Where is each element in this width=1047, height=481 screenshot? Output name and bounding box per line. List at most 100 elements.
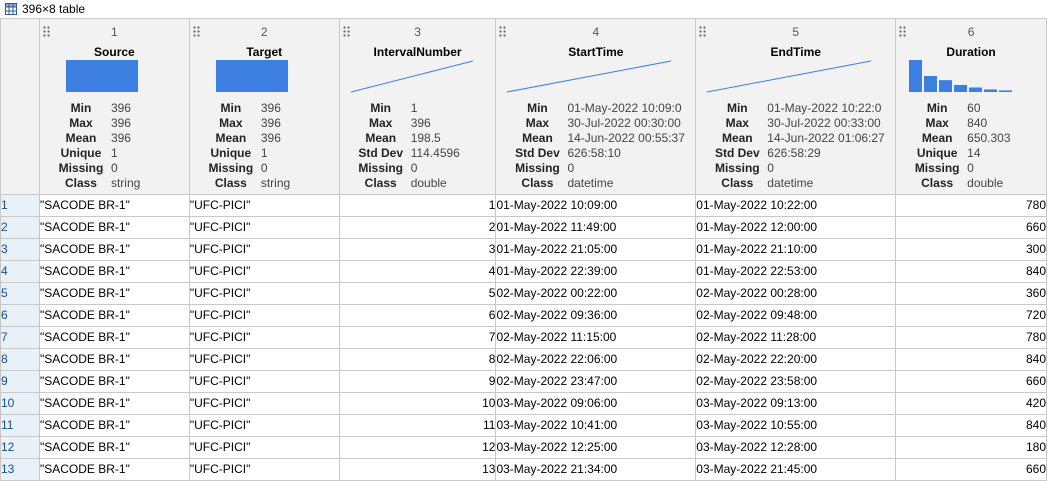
cell-starttime[interactable]: 02-May-2022 22:06:00 xyxy=(495,348,697,371)
cell-starttime[interactable]: 02-May-2022 09:36:00 xyxy=(495,304,697,327)
cell-duration[interactable]: 780 xyxy=(895,194,1047,217)
table-row[interactable]: 13 "SACODE BR-1" "UFC-PICI" 13 03-May-2022 2… xyxy=(0,458,1047,481)
cell-target[interactable]: "UFC-PICI" xyxy=(188,392,340,415)
row-number[interactable]: 5 xyxy=(0,282,40,305)
row-number[interactable]: 6 xyxy=(0,304,40,327)
cell-endtime[interactable]: 02-May-2022 11:28:00 xyxy=(695,326,897,349)
cell-target[interactable]: "UFC-PICI" xyxy=(188,370,340,393)
cell-target[interactable]: "UFC-PICI" xyxy=(188,194,340,217)
cell-duration[interactable]: 840 xyxy=(895,260,1047,283)
column-header-duration[interactable]: 6 Duration Min 60 Max 840 Mean 650.303 Unique 14 M… xyxy=(895,18,1047,195)
cell-starttime[interactable]: 02-May-2022 00:22:00 xyxy=(495,282,697,305)
cell-endtime[interactable]: 01-May-2022 12:00:00 xyxy=(695,216,897,239)
column-header-target[interactable]: 2 Target Min 396 Max 396 Mean 396 Unique 1 Missing… xyxy=(188,18,340,195)
cell-source[interactable]: "SACODE BR-1" xyxy=(38,304,190,327)
cell-source[interactable]: "SACODE BR-1" xyxy=(38,348,190,371)
cell-target[interactable]: "UFC-PICI" xyxy=(188,458,340,481)
cell-endtime[interactable]: 03-May-2022 12:28:00 xyxy=(695,436,897,459)
cell-target[interactable]: "UFC-PICI" xyxy=(188,282,340,305)
cell-target[interactable]: "UFC-PICI" xyxy=(188,216,340,239)
cell-source[interactable]: "SACODE BR-1" xyxy=(38,458,190,481)
cell-endtime[interactable]: 02-May-2022 09:48:00 xyxy=(695,304,897,327)
cell-source[interactable]: "SACODE BR-1" xyxy=(38,370,190,393)
cell-target[interactable]: "UFC-PICI" xyxy=(188,238,340,261)
cell-endtime[interactable]: 02-May-2022 23:58:00 xyxy=(695,370,897,393)
cell-starttime[interactable]: 03-May-2022 09:06:00 xyxy=(495,392,697,415)
cell-intervalnumber[interactable]: 6 xyxy=(338,304,497,327)
cell-starttime[interactable]: 01-May-2022 11:49:00 xyxy=(495,216,697,239)
cell-starttime[interactable]: 03-May-2022 10:41:00 xyxy=(495,414,697,437)
row-number[interactable]: 11 xyxy=(0,414,40,437)
table-row[interactable]: 12 "SACODE BR-1" "UFC-PICI" 12 03-May-2022 1… xyxy=(0,436,1047,459)
cell-intervalnumber[interactable]: 11 xyxy=(338,414,497,437)
cell-source[interactable]: "SACODE BR-1" xyxy=(38,392,190,415)
row-number[interactable]: 4 xyxy=(0,260,40,283)
row-number[interactable]: 10 xyxy=(0,392,40,415)
row-number[interactable]: 3 xyxy=(0,238,40,261)
cell-duration[interactable]: 660 xyxy=(895,370,1047,393)
row-number[interactable]: 2 xyxy=(0,216,40,239)
cell-starttime[interactable]: 03-May-2022 12:25:00 xyxy=(495,436,697,459)
table-row[interactable]: 7 "SACODE BR-1" "UFC-PICI" 7 02-May-2022 11:… xyxy=(0,326,1047,349)
cell-starttime[interactable]: 02-May-2022 11:15:00 xyxy=(495,326,697,349)
cell-duration[interactable]: 300 xyxy=(895,238,1047,261)
cell-starttime[interactable]: 03-May-2022 21:34:00 xyxy=(495,458,697,481)
cell-intervalnumber[interactable]: 8 xyxy=(338,348,497,371)
cell-starttime[interactable]: 01-May-2022 10:09:00 xyxy=(495,194,697,217)
cell-intervalnumber[interactable]: 12 xyxy=(338,436,497,459)
cell-endtime[interactable]: 01-May-2022 22:53:00 xyxy=(695,260,897,283)
cell-intervalnumber[interactable]: 4 xyxy=(338,260,497,283)
cell-intervalnumber[interactable]: 3 xyxy=(338,238,497,261)
cell-source[interactable]: "SACODE BR-1" xyxy=(38,282,190,305)
cell-source[interactable]: "SACODE BR-1" xyxy=(38,414,190,437)
cell-endtime[interactable]: 01-May-2022 21:10:00 xyxy=(695,238,897,261)
table-row[interactable]: 5 "SACODE BR-1" "UFC-PICI" 5 02-May-2022 00:… xyxy=(0,282,1047,305)
cell-endtime[interactable]: 02-May-2022 22:20:00 xyxy=(695,348,897,371)
cell-duration[interactable]: 420 xyxy=(895,392,1047,415)
cell-duration[interactable]: 720 xyxy=(895,304,1047,327)
column-header-endtime[interactable]: 5 EndTime Min 01-May-2022 10:22:0 Max 30-Jul-… xyxy=(695,18,897,195)
table-row[interactable]: 11 "SACODE BR-1" "UFC-PICI" 11 03-May-2022 1… xyxy=(0,414,1047,437)
cell-source[interactable]: "SACODE BR-1" xyxy=(38,238,190,261)
row-number[interactable]: 12 xyxy=(0,436,40,459)
cell-intervalnumber[interactable]: 9 xyxy=(338,370,497,393)
cell-target[interactable]: "UFC-PICI" xyxy=(188,326,340,349)
table-row[interactable]: 3 "SACODE BR-1" "UFC-PICI" 3 01-May-2022 21:… xyxy=(0,238,1047,261)
row-number[interactable]: 13 xyxy=(0,458,40,481)
cell-duration[interactable]: 360 xyxy=(895,282,1047,305)
cell-duration[interactable]: 840 xyxy=(895,348,1047,371)
column-header-source[interactable]: 1 Source Min 396 Max 396 Mean 396 Unique 1 Missing… xyxy=(38,18,190,195)
row-number[interactable]: 9 xyxy=(0,370,40,393)
table-row[interactable]: 1 "SACODE BR-1" "UFC-PICI" 1 01-May-2022 10:… xyxy=(0,194,1047,217)
cell-starttime[interactable]: 02-May-2022 23:47:00 xyxy=(495,370,697,393)
column-header-intervalnumber[interactable]: 3 IntervalNumber Min 1 Max 396 Mean 198.5 Std De… xyxy=(338,18,497,195)
cell-target[interactable]: "UFC-PICI" xyxy=(188,436,340,459)
cell-intervalnumber[interactable]: 2 xyxy=(338,216,497,239)
cell-duration[interactable]: 660 xyxy=(895,458,1047,481)
cell-starttime[interactable]: 01-May-2022 21:05:00 xyxy=(495,238,697,261)
row-number[interactable]: 8 xyxy=(0,348,40,371)
table-row[interactable]: 6 "SACODE BR-1" "UFC-PICI" 6 02-May-2022 09:… xyxy=(0,304,1047,327)
cell-target[interactable]: "UFC-PICI" xyxy=(188,348,340,371)
cell-target[interactable]: "UFC-PICI" xyxy=(188,260,340,283)
cell-source[interactable]: "SACODE BR-1" xyxy=(38,326,190,349)
cell-source[interactable]: "SACODE BR-1" xyxy=(38,194,190,217)
cell-source[interactable]: "SACODE BR-1" xyxy=(38,436,190,459)
cell-duration[interactable]: 180 xyxy=(895,436,1047,459)
cell-endtime[interactable]: 02-May-2022 00:28:00 xyxy=(695,282,897,305)
table-row[interactable]: 10 "SACODE BR-1" "UFC-PICI" 10 03-May-2022 0… xyxy=(0,392,1047,415)
column-header-starttime[interactable]: 4 StartTime Min 01-May-2022 10:09:0 Max 30-Ju… xyxy=(495,18,697,195)
cell-intervalnumber[interactable]: 7 xyxy=(338,326,497,349)
cell-source[interactable]: "SACODE BR-1" xyxy=(38,260,190,283)
table-row[interactable]: 9 "SACODE BR-1" "UFC-PICI" 9 02-May-2022 23:… xyxy=(0,370,1047,393)
cell-duration[interactable]: 840 xyxy=(895,414,1047,437)
cell-duration[interactable]: 780 xyxy=(895,326,1047,349)
table-row[interactable]: 8 "SACODE BR-1" "UFC-PICI" 8 02-May-2022 22:… xyxy=(0,348,1047,371)
cell-target[interactable]: "UFC-PICI" xyxy=(188,414,340,437)
cell-intervalnumber[interactable]: 5 xyxy=(338,282,497,305)
row-number[interactable]: 7 xyxy=(0,326,40,349)
table-row[interactable]: 4 "SACODE BR-1" "UFC-PICI" 4 01-May-2022 22:… xyxy=(0,260,1047,283)
cell-endtime[interactable]: 01-May-2022 10:22:00 xyxy=(695,194,897,217)
cell-intervalnumber[interactable]: 13 xyxy=(338,458,497,481)
cell-duration[interactable]: 660 xyxy=(895,216,1047,239)
